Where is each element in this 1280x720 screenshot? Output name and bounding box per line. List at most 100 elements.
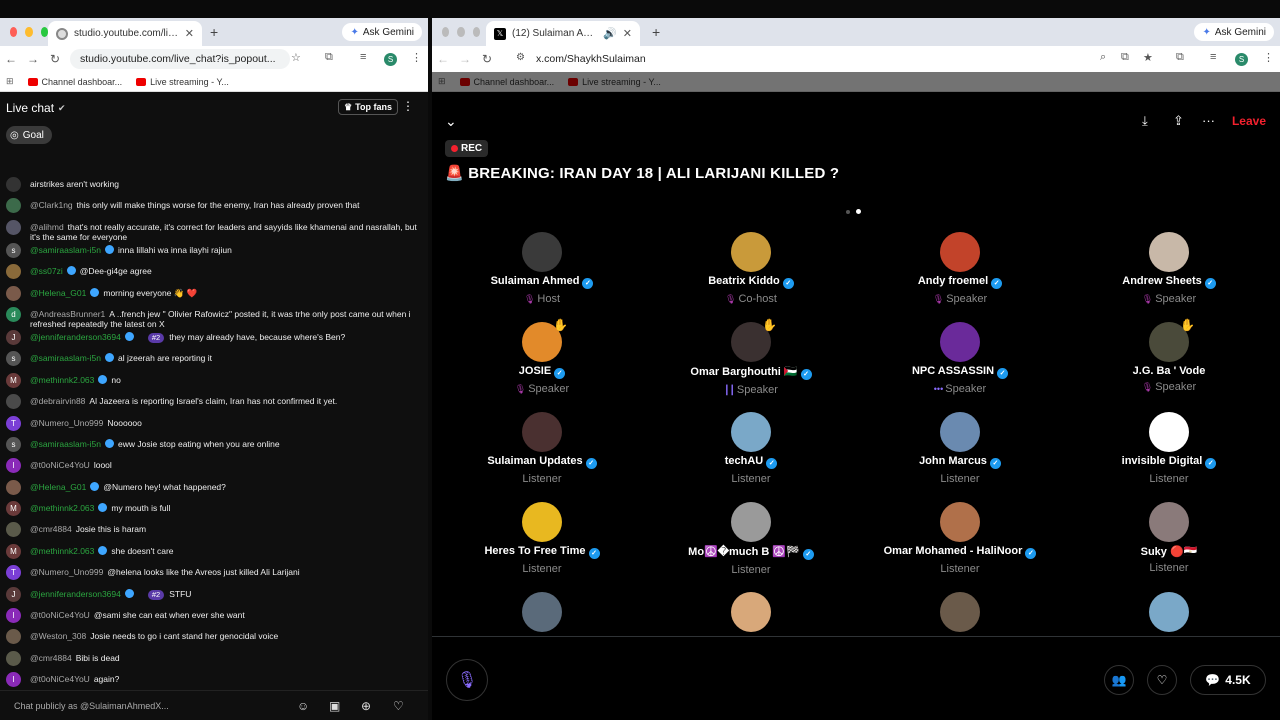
avatar[interactable]: J: [6, 586, 21, 602]
chat-message[interactable]: d @AndreasBrunner1 A ..french jew " Olivie…: [0, 306, 428, 330]
chat-message[interactable]: @cmr4884 Josie this is haram: [0, 522, 428, 543]
chat-message[interactable]: T @Numero_Uno999 @helena looks like the Av…: [0, 565, 428, 586]
close-window-button[interactable]: [10, 27, 18, 37]
reload-icon[interactable]: ↻: [44, 52, 66, 66]
message-author[interactable]: @alihmd: [30, 222, 64, 232]
bookmark-channel-dashboard[interactable]: Channel dashboar...: [27, 77, 122, 87]
apps-grid-icon[interactable]: ⊞: [438, 76, 446, 87]
participant-avatar[interactable]: [522, 592, 562, 632]
media-icon[interactable]: ≡: [1210, 51, 1216, 63]
leave-button[interactable]: Leave: [1232, 114, 1266, 128]
message-author[interactable]: @jenniferanderson3694: [30, 332, 121, 342]
participant[interactable]: invisible Digital ✓ Listener: [1069, 412, 1269, 485]
back-icon[interactable]: ←: [432, 52, 454, 66]
avatar[interactable]: I: [6, 458, 21, 474]
comments-button[interactable]: 💬 4.5K: [1190, 665, 1266, 695]
chat-message[interactable]: s @samiraaslam-i5n inna lillahi wa inna il…: [0, 242, 428, 264]
forward-icon[interactable]: →: [22, 52, 44, 66]
participant[interactable]: [860, 592, 1060, 632]
message-author[interactable]: @ss07zi: [30, 266, 63, 276]
participant[interactable]: NPC ASSASSIN ✓ ••• Speaker: [860, 322, 1060, 395]
participant-avatar[interactable]: ✋: [522, 318, 568, 362]
message-author[interactable]: @methinnk2.063: [30, 375, 94, 385]
chat-message[interactable]: T @Numero_Uno999 Noooooo: [0, 415, 428, 437]
message-author[interactable]: @methinnk2.063: [30, 503, 94, 513]
new-tab-button[interactable]: +: [652, 24, 660, 40]
message-author[interactable]: @Numero_Uno999: [30, 418, 103, 428]
participant-avatar[interactable]: ✋: [731, 318, 777, 362]
address-bar[interactable]: x.com/ShaykhSulaiman: [526, 49, 1086, 69]
message-author[interactable]: @jenniferanderson3694: [30, 589, 121, 599]
avatar[interactable]: s: [6, 351, 21, 367]
chevron-down-icon[interactable]: ⌄: [445, 113, 457, 130]
chevron-down-icon[interactable]: ✔: [58, 103, 66, 114]
install-icon[interactable]: ⧉: [1121, 51, 1129, 64]
message-author[interactable]: @debrairvin88: [30, 396, 85, 406]
microphone-button[interactable]: 🎙: [446, 659, 488, 701]
tab-x-profile[interactable]: 𝕏 (12) Sulaiman Ahmed (@S 🔊 ✕: [486, 21, 640, 46]
extension-icon[interactable]: ⧉: [1176, 51, 1184, 64]
bookmark-live-streaming[interactable]: Live streaming - Y...: [568, 77, 661, 87]
participant-avatar[interactable]: [940, 592, 980, 632]
participant[interactable]: Mo☮️�much B ☮️🏁 ✓ Listener: [651, 502, 851, 576]
chat-message[interactable]: M @methinnk2.063 no: [0, 372, 428, 394]
avatar[interactable]: M: [6, 372, 21, 388]
minimize-window-button[interactable]: [25, 27, 33, 37]
extension-icon[interactable]: ⧉: [325, 51, 333, 64]
bookmark-channel-dashboard[interactable]: Channel dashboar...: [459, 77, 554, 87]
avatar[interactable]: [6, 198, 21, 214]
message-author[interactable]: @AndreasBrunner1: [30, 309, 105, 319]
zoom-icon[interactable]: ⌕: [1100, 51, 1106, 64]
message-author[interactable]: @samiraaslam-i5n: [30, 245, 101, 255]
heart-icon[interactable]: ♡: [393, 699, 404, 713]
audio-icon[interactable]: 🔊: [603, 27, 617, 40]
message-author[interactable]: @t0oNiCe4YoU: [30, 460, 90, 470]
super-chat-icon[interactable]: ▣: [329, 699, 340, 713]
chat-message[interactable]: @Helena_G01 morning everyone 👋 ❤️: [0, 285, 428, 307]
participant[interactable]: [442, 592, 642, 632]
participant[interactable]: [1069, 592, 1269, 632]
media-icon[interactable]: ≡: [360, 51, 366, 63]
participant[interactable]: [651, 592, 851, 632]
message-author[interactable]: @Numero_Uno999: [30, 567, 103, 577]
bookmark-star-icon[interactable]: ☆: [291, 51, 301, 64]
chat-input[interactable]: Chat publicly as @SulaimanAhmedX... ☺ ▣ …: [0, 690, 428, 720]
participant[interactable]: Andrew Sheets ✓ 🎙 Speaker: [1069, 232, 1269, 305]
new-tab-button[interactable]: +: [210, 24, 218, 40]
chat-message[interactable]: M @methinnk2.063 she doesn't care: [0, 543, 428, 565]
participant-avatar[interactable]: ✋: [1149, 318, 1195, 362]
ask-gemini-button[interactable]: ✦ Ask Gemini: [342, 23, 422, 41]
bookmark-star-icon[interactable]: ★: [1143, 51, 1153, 64]
participant[interactable]: Sulaiman Ahmed ✓ 🎙 Host: [442, 232, 642, 305]
participant[interactable]: ✋ JOSIE ✓ 🎙 Speaker: [442, 318, 642, 395]
participant-avatar[interactable]: [1149, 592, 1189, 632]
participant[interactable]: Andy froemel ✓ 🎙 Speaker: [860, 232, 1060, 305]
participant[interactable]: techAU ✓ Listener: [651, 412, 851, 485]
participant-avatar[interactable]: [731, 232, 771, 272]
participant-avatar[interactable]: [522, 502, 562, 542]
participant-avatar[interactable]: [1149, 502, 1189, 542]
people-button[interactable]: 👥: [1104, 665, 1134, 695]
participant-avatar[interactable]: [731, 412, 771, 452]
close-window-button[interactable]: [442, 27, 450, 37]
tab-youtube-studio[interactable]: studio.youtube.com/live_chat ✕: [48, 21, 202, 46]
participant-avatar[interactable]: [731, 592, 771, 632]
avatar[interactable]: [6, 522, 21, 538]
minimize-space-icon[interactable]: ⤓: [1142, 113, 1148, 129]
chat-message[interactable]: @cmr4884 Bibi is dead: [0, 650, 428, 672]
avatar[interactable]: I: [6, 672, 21, 688]
participant[interactable]: Sulaiman Updates ✓ Listener: [442, 412, 642, 485]
avatar[interactable]: I: [6, 608, 21, 624]
chat-message[interactable]: @Helena_G01 @Numero hey! what happened?: [0, 479, 428, 501]
participant-avatar[interactable]: [522, 412, 562, 452]
avatar[interactable]: [6, 629, 21, 645]
react-button[interactable]: ♡: [1147, 665, 1177, 695]
avatar[interactable]: d: [6, 306, 21, 322]
avatar[interactable]: J: [6, 329, 21, 345]
message-author[interactable]: @Helena_G01: [30, 288, 86, 298]
participant-avatar[interactable]: [1149, 412, 1189, 452]
avatar[interactable]: [6, 219, 21, 235]
goal-chip[interactable]: ◎ Goal: [6, 126, 52, 144]
maximize-window-button[interactable]: [40, 27, 48, 37]
chat-message[interactable]: @debrairvin88 Al Jazeera is reporting Isr…: [0, 394, 428, 415]
